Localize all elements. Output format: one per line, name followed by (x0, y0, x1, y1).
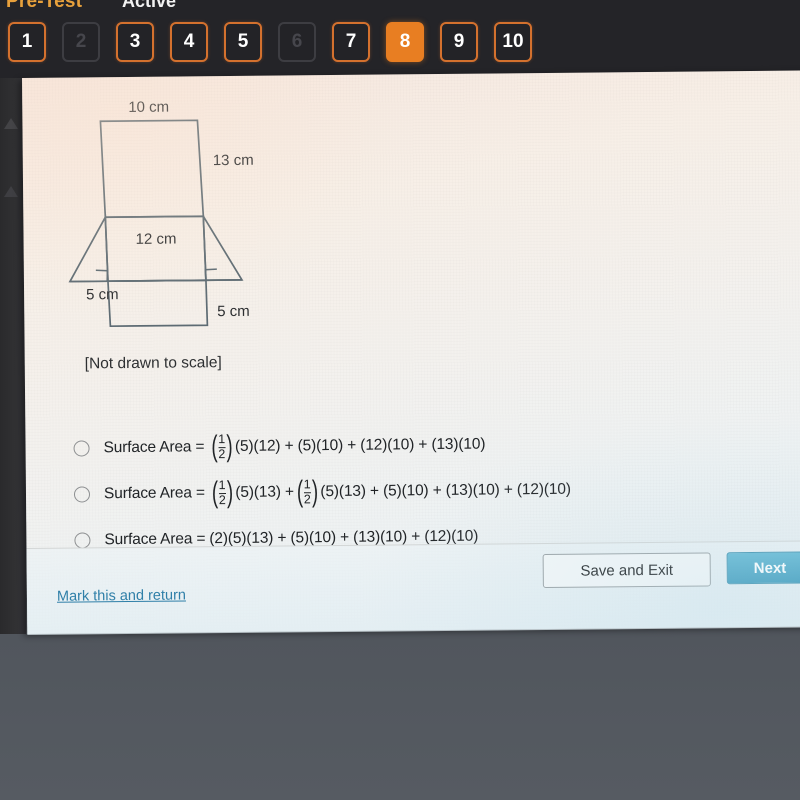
answer-option-1[interactable]: Surface Area = ( 1 2 ) (5)(12) + (5)(10)… (73, 419, 773, 472)
question-tab-6: 6 (278, 22, 316, 62)
right-paren-icon: ) (311, 475, 318, 509)
photograph-background: Pre-Test Active 1 2 3 4 5 6 7 8 9 10 10 … (0, 0, 800, 800)
radio-button-option-2[interactable] (73, 486, 91, 503)
question-tab-8[interactable]: 8 (386, 22, 424, 62)
figure-label-right: 13 cm (212, 151, 254, 170)
option-1-numerator: 1 (218, 432, 226, 447)
question-tab-3[interactable]: 3 (116, 22, 154, 62)
question-page: 10 cm 13 cm 12 cm 5 cm 5 cm [Not drawn t… (22, 70, 800, 635)
radio-button-option-3[interactable] (74, 532, 91, 549)
option-2-lead: Surface Area = (103, 484, 205, 503)
option-2-tail: (5)(13) + (5)(10) + (13)(10) + (12)(10) (320, 480, 571, 501)
left-paren-icon: ( (211, 476, 218, 510)
test-status-label: Active (122, 0, 177, 11)
right-angle-mark-left (95, 269, 109, 282)
radio-button-option-1[interactable] (73, 440, 90, 457)
right-angle-mark-right (204, 268, 217, 281)
answer-option-2[interactable]: Surface Area = ( 1 2 ) (5)(13) + ( 1 2)… (73, 465, 774, 518)
mark-this-and-return-link[interactable]: Mark this and return (57, 587, 186, 604)
option-2-fraction-b: ( 1 2 ) (295, 475, 320, 509)
figure-label-bottom-left: 5 cm (86, 286, 119, 304)
option-1-denominator: 2 (218, 446, 226, 461)
option-2-numerator-b: 1 (303, 477, 311, 492)
question-tab-4[interactable]: 4 (170, 22, 208, 62)
left-paren-icon: ( (296, 475, 304, 509)
right-triangle (202, 215, 244, 282)
figure-label-top: 10 cm (128, 98, 170, 116)
geometry-net-figure: 10 cm 13 cm 12 cm 5 cm 5 cm (52, 89, 335, 357)
option-2-mid: (5)(13) + (235, 483, 294, 501)
option-1-lead: Surface Area = (103, 438, 205, 457)
figure-caption: [Not drawn to scale] (84, 354, 222, 373)
middle-rectangle (104, 215, 207, 283)
option-1-fraction: ( 1 2 ) (209, 430, 234, 464)
question-tab-9[interactable]: 9 (440, 22, 478, 62)
upper-rectangle (99, 119, 205, 219)
header-titles: Pre-Test Active (0, 0, 800, 13)
question-tab-1[interactable]: 1 (8, 22, 46, 62)
test-name-label: Pre-Test (6, 0, 83, 12)
page-footer: Mark this and return Save and Exit Next (26, 540, 800, 635)
base-line (69, 279, 242, 283)
bezel-arrow-up-icon (4, 118, 18, 129)
answer-option-1-text: Surface Area = ( 1 2 ) (5)(12) + (5)(10)… (103, 430, 485, 464)
figure-label-middle: 12 cm (135, 230, 177, 248)
right-paren-icon: ) (226, 475, 233, 510)
question-tab-2: 2 (62, 22, 100, 62)
left-triangle (68, 214, 109, 283)
question-tab-10[interactable]: 10 (494, 22, 532, 62)
question-tab-5[interactable]: 5 (224, 22, 262, 62)
net-drawing (68, 119, 244, 328)
app-header: Pre-Test Active 1 2 3 4 5 6 7 8 9 10 (0, 0, 800, 78)
option-2-numerator-a: 1 (218, 478, 226, 493)
lower-rectangle (107, 279, 209, 328)
option-2-denominator-b: 2 (303, 491, 311, 506)
figure-label-bottom-right: 5 cm (217, 302, 250, 321)
left-paren-icon: ( (211, 430, 218, 464)
next-button[interactable]: Next (726, 551, 800, 585)
question-tab-strip: 1 2 3 4 5 6 7 8 9 10 (8, 22, 532, 62)
question-tab-7[interactable]: 7 (332, 22, 370, 62)
option-2-denominator-a: 2 (218, 492, 226, 507)
option-2-fraction-a: ( 1 2 ) (210, 475, 235, 510)
bezel-arrow-down-icon (4, 186, 18, 197)
option-1-tail: (5)(12) + (5)(10) + (12)(10) + (13)(10) (234, 435, 486, 455)
answer-option-2-text: Surface Area = ( 1 2 ) (5)(13) + ( 1 2)… (104, 475, 571, 509)
right-paren-icon: ) (225, 430, 233, 464)
save-and-exit-button[interactable]: Save and Exit (542, 552, 711, 589)
